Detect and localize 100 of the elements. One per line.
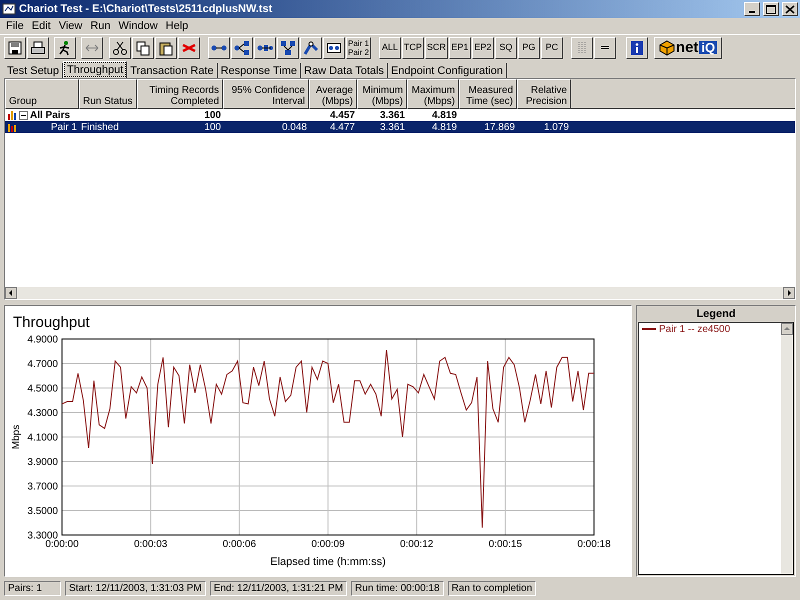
bar-chart-icon [7, 122, 17, 132]
filter-button[interactable]: PG [518, 36, 540, 58]
scroll-left-icon[interactable] [5, 287, 17, 299]
table-cell-text: 3.361 [380, 108, 405, 122]
network-button[interactable] [277, 36, 299, 58]
menu-item[interactable]: Run [86, 18, 115, 34]
x-tick-label: 0:00:15 [488, 539, 522, 550]
x-tick-label: 0:00:00 [45, 539, 79, 550]
network-icon [234, 40, 250, 56]
save-icon [7, 40, 23, 56]
maximize-icon [764, 3, 778, 15]
filter-button[interactable]: EP1 [448, 36, 471, 58]
menu-item[interactable]: View [54, 18, 86, 34]
table-cell-text: 0.048 [282, 120, 307, 134]
status-panel: Start: 12/11/2003, 1:31:03 PM [65, 581, 206, 596]
filter-button[interactable]: TCP [402, 36, 424, 58]
arrows-button[interactable] [81, 36, 103, 58]
minimize-icon [749, 11, 755, 13]
filter-button[interactable]: PC [540, 36, 563, 58]
network-button[interactable] [254, 36, 276, 58]
y-tick-label: 4.3000 [27, 408, 58, 419]
network-icon [303, 40, 319, 56]
filter-button[interactable]: SCR [424, 36, 448, 58]
minimize-button[interactable] [744, 2, 760, 16]
scissors-icon [112, 40, 128, 56]
paste-button[interactable] [155, 36, 177, 58]
table-cell-text: 100 [204, 120, 221, 134]
menu-item[interactable]: Help [162, 18, 192, 34]
table-cell-text: 4.819 [432, 120, 457, 134]
filter-button[interactable]: EP2 [472, 36, 494, 58]
info-button[interactable] [626, 36, 648, 58]
table-cell-text: 100 [204, 108, 221, 122]
table-cell-text: 4.819 [432, 108, 457, 122]
paste-icon [158, 40, 174, 56]
table-cell-text: Finished [81, 120, 119, 134]
close-button[interactable] [782, 2, 798, 16]
menu-item[interactable]: Edit [28, 18, 55, 34]
close-icon [783, 3, 797, 15]
legend-label: Pair 1 -- ze4500 [659, 322, 730, 336]
printer-icon [30, 40, 46, 56]
menu-item[interactable]: Window [114, 18, 162, 34]
status-panel: End: 12/11/2003, 1:31:21 PM [210, 581, 348, 596]
x-tick-label: 0:00:18 [577, 539, 611, 550]
dotted-column-button[interactable] [570, 36, 593, 58]
scroll-up-icon[interactable] [781, 323, 793, 335]
window-title: Chariot Test - E:\Chariot\Tests\2511cdplusNW.tst [19, 2, 274, 17]
tab[interactable]: Throughput [62, 61, 128, 78]
scroll-right-icon[interactable] [783, 287, 795, 299]
network-icon [280, 40, 296, 56]
lines-button[interactable] [594, 36, 616, 58]
y-tick-label: 4.7000 [27, 359, 58, 370]
x-tick-label: 0:00:12 [400, 539, 434, 550]
copy-icon [135, 40, 151, 56]
save-button[interactable] [4, 36, 26, 58]
table-cell-text: 3.361 [380, 120, 405, 134]
filter-button[interactable]: SQ [494, 36, 517, 58]
y-tick-label: 4.9000 [27, 334, 58, 346]
y-tick-label: 4.1000 [27, 432, 58, 444]
info-icon [628, 40, 645, 56]
bar-chart-icon [7, 110, 17, 120]
x-axis-label: Elapsed time (h:mm:ss) [270, 556, 386, 568]
selected-row[interactable]: Pair 1 Finished 100 0.048 4.477 3.361 4.819 17.869 1.079 [5, 121, 795, 133]
lines-icon [600, 46, 609, 49]
table-cell-text: Pair 1 [50, 120, 77, 134]
logo-mark: iQ [699, 41, 718, 54]
network-button[interactable] [323, 36, 345, 58]
table-cell-text: All Pairs [30, 108, 70, 122]
horizontal-scrollbar[interactable] [5, 287, 795, 299]
legend-title: Legend [695, 307, 737, 322]
cube-icon [658, 40, 675, 56]
vertical-scrollbar[interactable] [781, 323, 793, 574]
printer-button[interactable] [27, 36, 49, 58]
x-tick-label: 0:00:06 [222, 539, 256, 550]
filter-button[interactable]: ALL [378, 36, 401, 58]
x-tick-label: 0:00:03 [134, 539, 168, 550]
chart-title: Throughput [13, 314, 90, 331]
network-button[interactable] [231, 36, 253, 58]
status-panel: Ran to completion [448, 581, 536, 596]
menu-item[interactable]: File [2, 18, 28, 34]
status-panel: Pairs: 1 [4, 581, 61, 596]
pair-button[interactable]: Pair 1 Pair 2 [346, 36, 371, 58]
table-cell-text: 1.079 [544, 120, 569, 134]
y-tick-label: 3.7000 [27, 482, 58, 492]
network-button[interactable] [208, 36, 230, 58]
runner-button[interactable] [54, 36, 76, 58]
y-axis-label: Mbps [11, 424, 22, 450]
scissors-button[interactable] [109, 36, 131, 58]
collapse-icon[interactable] [19, 110, 28, 120]
table-cell-text: 4.477 [330, 120, 355, 134]
y-tick-label: 3.5000 [27, 506, 58, 517]
app-icon [2, 2, 16, 16]
copy-button[interactable] [132, 36, 154, 58]
table-cell-text: 17.869 [484, 120, 515, 134]
logo-text: net [676, 40, 698, 55]
y-tick-label: 3.3000 [27, 530, 58, 542]
maximize-button[interactable] [763, 2, 779, 16]
delete-button[interactable] [178, 36, 200, 58]
table-cell-text: 4.457 [330, 108, 355, 122]
status-panel: Run time: 00:00:18 [351, 581, 444, 596]
network-button[interactable] [300, 36, 322, 58]
